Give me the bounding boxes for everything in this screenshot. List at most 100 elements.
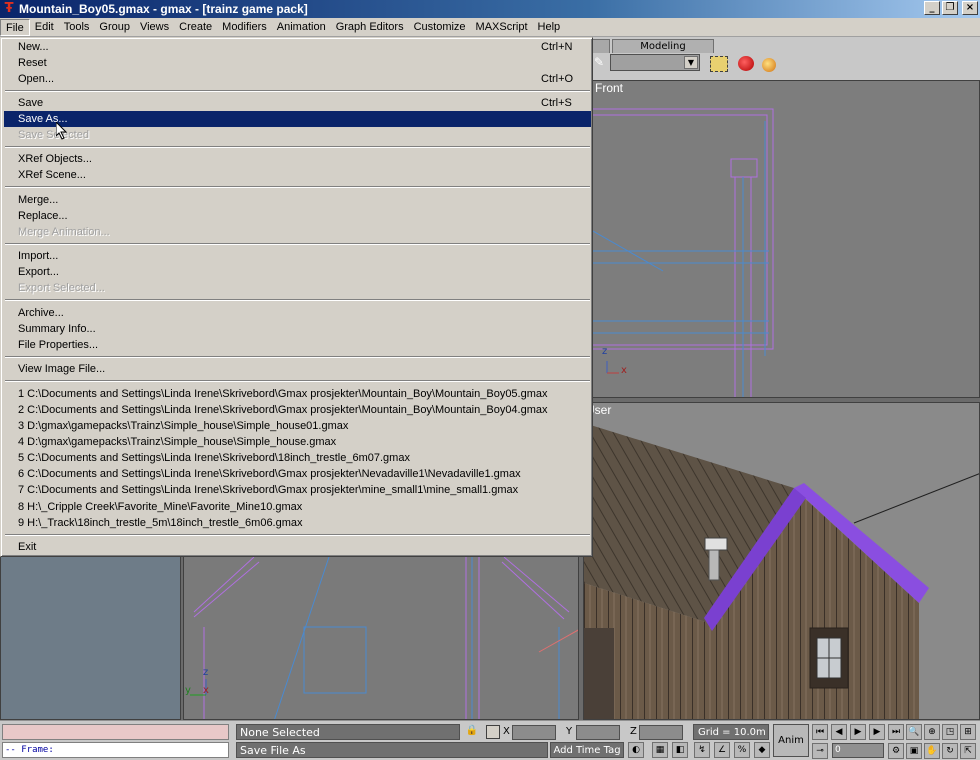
menu-item-label: Save [18, 97, 44, 109]
menu-item-view-image-file[interactable]: View Image File... [4, 361, 591, 377]
prompt-line: Save File As [236, 742, 548, 758]
named-selection-dropdown[interactable]: ▼ [610, 54, 700, 71]
mouse-cursor-icon [56, 122, 68, 140]
menu-item-archive[interactable]: Archive... [4, 305, 591, 321]
menu-graph-editors[interactable]: Graph Editors [331, 19, 409, 36]
key-mode-icon[interactable]: ⊸ [812, 743, 828, 759]
absolute-mode-icon[interactable] [486, 725, 500, 739]
chevron-down-icon[interactable]: ▼ [684, 56, 698, 69]
recent-file-4[interactable]: 4 D:\gmax\gamepacks\Trainz\Simple_house\… [4, 434, 591, 450]
arc-rotate-icon[interactable]: ↻ [942, 743, 958, 759]
menu-item-open[interactable]: Open... Ctrl+O [4, 71, 591, 87]
viewport-label-front[interactable]: Front [595, 81, 623, 95]
menu-customize[interactable]: Customize [409, 19, 471, 36]
window-title: Mountain_Boy05.gmax - gmax - [trainz gam… [19, 2, 308, 16]
recent-file-3[interactable]: 3 D:\gmax\gamepacks\Trainz\Simple_house\… [4, 418, 591, 434]
menu-create[interactable]: Create [174, 19, 217, 36]
go-to-start-icon[interactable]: ⏮ [812, 724, 828, 740]
menu-maxscript[interactable]: MAXScript [471, 19, 533, 36]
menu-item-xref-objects[interactable]: XRef Objects... [4, 151, 591, 167]
menu-file[interactable]: File [0, 18, 30, 36]
menu-edit[interactable]: Edit [30, 19, 59, 36]
tab-previous[interactable] [592, 39, 610, 53]
status-bar: -- Frame: None Selected Save File As 🔒 X… [0, 720, 980, 760]
menu-item-save-as[interactable]: Save As... [4, 111, 591, 127]
recent-file-6[interactable]: 6 C:\Documents and Settings\Linda Irene\… [4, 466, 591, 482]
menu-item-exit[interactable]: Exit [4, 539, 591, 555]
viewport-front[interactable]: Front z x [592, 80, 980, 398]
zoom-extents-icon[interactable]: ◳ [942, 724, 958, 740]
add-time-tag-button[interactable]: Add Time Tag [550, 742, 624, 758]
menu-separator [5, 90, 590, 92]
gmax-app-icon[interactable]: Ŧ [2, 2, 16, 16]
play-icon[interactable]: ▶ [850, 724, 866, 740]
menu-item-replace[interactable]: Replace... [4, 208, 591, 224]
region-zoom-icon[interactable]: ▣ [906, 743, 922, 759]
grid-icon[interactable]: ▦ [652, 742, 668, 758]
menu-item-file-properties[interactable]: File Properties... [4, 337, 591, 353]
named-selection-sets-icon[interactable] [710, 56, 728, 72]
menu-help[interactable]: Help [533, 19, 566, 36]
y-coord-field[interactable] [576, 725, 620, 740]
title-bar: Ŧ Mountain_Boy05.gmax - gmax - [trainz g… [0, 0, 980, 18]
box-icon[interactable]: ◧ [672, 742, 688, 758]
menu-views[interactable]: Views [135, 19, 174, 36]
recent-file-9[interactable]: 9 H:\_Track\18inch_trestle_5m\18inch_tre… [4, 515, 591, 531]
viewport-left[interactable]: z y x [183, 556, 579, 720]
menu-item-save[interactable]: Save Ctrl+S [4, 95, 591, 111]
menu-item-xref-scene[interactable]: XRef Scene... [4, 167, 591, 183]
go-to-end-icon[interactable]: ⏭ [888, 724, 904, 740]
current-frame-field[interactable]: 0 [832, 743, 884, 758]
recent-file-8[interactable]: 8 H:\_Cripple Creek\Favorite_Mine\Favori… [4, 499, 591, 515]
menu-item-export-selected: Export Selected... [18, 282, 105, 294]
tab-modeling[interactable]: Modeling [612, 39, 714, 53]
time-config-icon[interactable]: ⚙ [888, 743, 904, 759]
menu-item-reset[interactable]: Reset [4, 55, 591, 71]
recent-file-2[interactable]: 2 C:\Documents and Settings\Linda Irene\… [4, 402, 591, 418]
recent-file-5[interactable]: 5 C:\Documents and Settings\Linda Irene\… [4, 450, 591, 466]
recent-file-1[interactable]: 1 C:\Documents and Settings\Linda Irene\… [4, 386, 591, 402]
menu-modifiers[interactable]: Modifiers [217, 19, 272, 36]
viewport-user[interactable]: User [583, 402, 980, 720]
close-button[interactable]: × [962, 1, 978, 15]
minimize-button[interactable]: _ [924, 1, 940, 15]
z-coord-field[interactable] [639, 725, 683, 740]
recent-file-7[interactable]: 7 C:\Documents and Settings\Linda Irene\… [4, 482, 591, 498]
x-coord-field[interactable] [512, 725, 556, 740]
grid-status: Grid = 10.0m [693, 724, 769, 740]
next-frame-icon[interactable]: ▶ [869, 724, 885, 740]
render-teapot-icon[interactable] [738, 56, 754, 71]
zoom-all-icon[interactable]: ⊕ [924, 724, 940, 740]
maximize-viewport-icon[interactable]: ⇱ [960, 743, 976, 759]
spinner-snap-icon[interactable]: ◆ [754, 742, 770, 758]
menu-separator [5, 380, 590, 382]
axis-y-label: y [185, 685, 191, 696]
quick-render-icon[interactable] [762, 58, 776, 72]
maxscript-output[interactable]: -- Frame: [2, 742, 229, 758]
menu-tools[interactable]: Tools [59, 19, 95, 36]
shortcut-label: Ctrl+S [541, 97, 572, 109]
zoom-extents-all-icon[interactable]: ⊞ [960, 724, 976, 740]
prev-frame-icon[interactable]: ◀ [831, 724, 847, 740]
viewport-top[interactable] [0, 556, 181, 720]
menu-item-export[interactable]: Export... [4, 264, 591, 280]
menu-group[interactable]: Group [94, 19, 135, 36]
pan-icon[interactable]: ✋ [924, 743, 940, 759]
zoom-icon[interactable]: 🔍 [906, 724, 922, 740]
percent-snap-icon[interactable]: % [734, 742, 750, 758]
menu-item-merge[interactable]: Merge... [4, 192, 591, 208]
menu-animation[interactable]: Animation [272, 19, 331, 36]
axis-z-label: z [203, 667, 209, 678]
snap-icon[interactable]: ↯ [694, 742, 710, 758]
selection-lock-icon[interactable]: 🔒 [465, 725, 479, 739]
animate-button[interactable]: Anim [773, 724, 809, 757]
restore-button[interactable]: ❐ [942, 1, 958, 15]
menu-item-summary-info[interactable]: Summary Info... [4, 321, 591, 337]
viewport-shading-icon[interactable]: ◐ [628, 742, 644, 758]
angle-snap-icon[interactable]: ∠ [714, 742, 730, 758]
front-wireframe [593, 108, 774, 397]
maxscript-listener-input[interactable] [2, 724, 229, 740]
menu-item-import[interactable]: Import... [4, 248, 591, 264]
menu-item-new[interactable]: New... Ctrl+N [4, 39, 591, 55]
menu-separator [5, 356, 590, 358]
